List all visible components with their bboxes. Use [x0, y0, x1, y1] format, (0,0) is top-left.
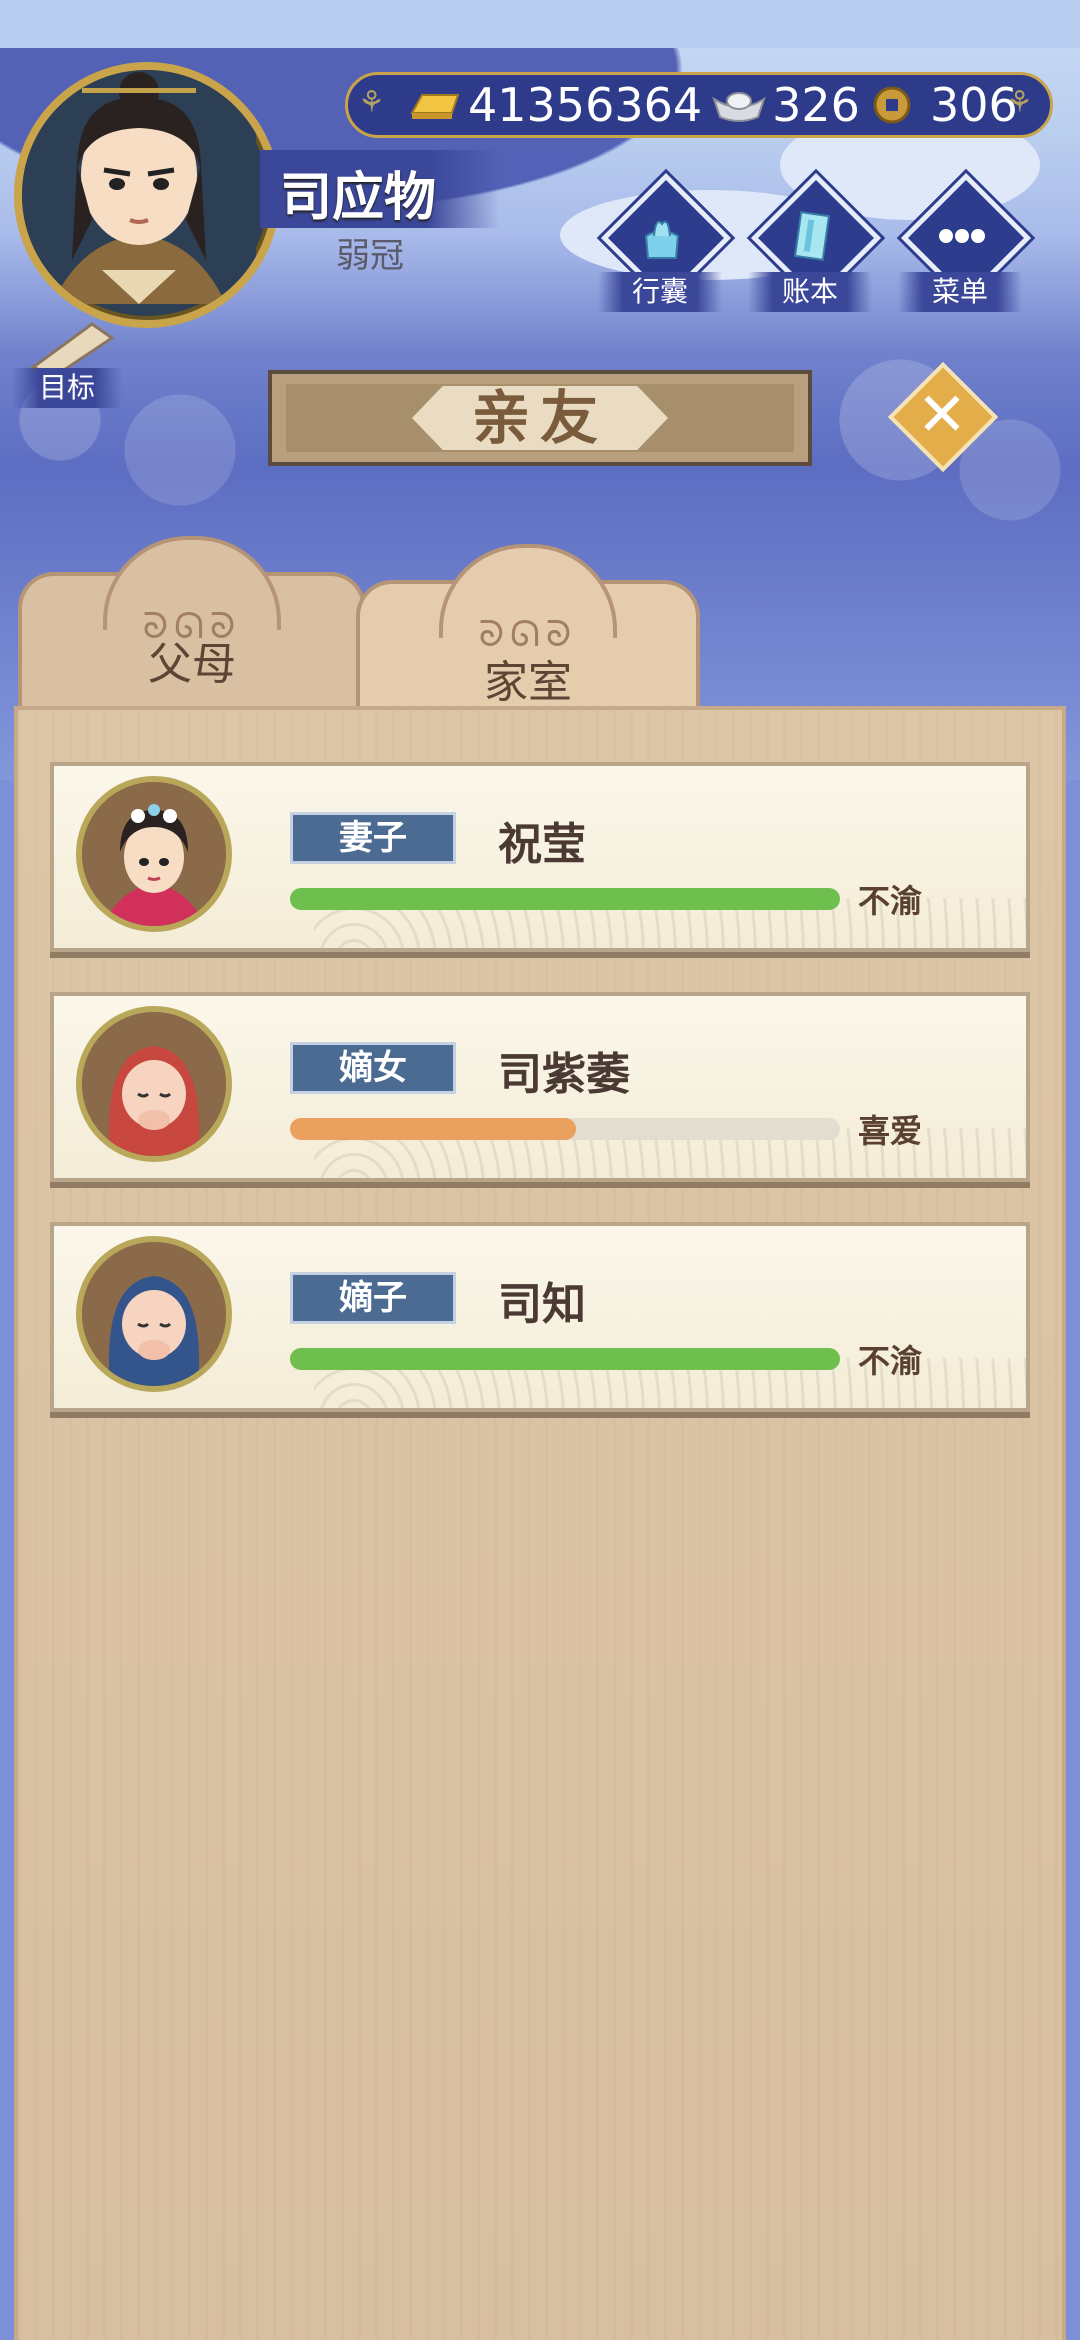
favor-bar — [290, 888, 840, 910]
relative-card-wife[interactable]: 妻子 祝莹 不渝 — [50, 762, 1030, 952]
avatar — [76, 776, 232, 932]
player-portrait — [22, 70, 256, 304]
tab-parents-label: 父母 — [148, 639, 236, 690]
title-banner: 亲友 — [268, 370, 812, 466]
attitude-label: 不渝 — [858, 1342, 923, 1380]
son-portrait — [82, 1242, 226, 1386]
relative-name: 祝莹 — [498, 819, 586, 870]
silver-amount: 326 — [772, 78, 860, 132]
bundle-icon — [644, 220, 680, 259]
wife-portrait — [82, 782, 226, 926]
relation-badge: 嫡子 — [290, 1272, 456, 1324]
more-menu-button[interactable]: 菜单 — [898, 172, 1032, 312]
ledger-label: 账本 — [748, 272, 872, 312]
currency-bar: ⚘ 41356364 326 306 ⚘ — [345, 72, 1053, 138]
more-icon — [939, 229, 985, 243]
attitude-label: 不渝 — [858, 882, 923, 920]
player-avatar[interactable] — [14, 62, 280, 328]
copper-coin-icon — [873, 86, 911, 124]
close-icon[interactable]: ✕ — [902, 380, 982, 450]
gold-ingot-icon — [410, 94, 460, 119]
ledger-button[interactable]: 账本 — [748, 172, 882, 312]
bamboo-icon: ⚘ — [1006, 85, 1033, 120]
tab-family-label: 家室 — [484, 657, 572, 708]
favor-bar — [290, 1348, 840, 1370]
ledger-icon — [793, 211, 831, 261]
page-title: 亲友 — [471, 384, 608, 452]
silver-ingot-icon — [712, 92, 766, 122]
player-age-title: 弱冠 — [336, 236, 404, 276]
attitude-label: 喜爱 — [858, 1112, 923, 1150]
player-name: 司应物 — [280, 168, 437, 228]
gold-amount: 41356364 — [468, 78, 703, 132]
favor-bar-fill — [290, 888, 840, 910]
bag-label: 行囊 — [598, 272, 722, 312]
more-menu-label: 菜单 — [898, 272, 1022, 312]
relation-badge: 嫡女 — [290, 1042, 456, 1094]
bag-button[interactable]: 行囊 — [598, 172, 732, 312]
gold-currency: 41356364 — [408, 78, 702, 132]
relative-card-daughter[interactable]: 嫡女 司紫萎 喜爱 — [50, 992, 1030, 1182]
status-bar — [0, 0, 1080, 48]
target-label: 目标 — [12, 368, 122, 408]
target-button[interactable]: 目标 — [12, 318, 122, 408]
silver-currency: 326 — [712, 78, 860, 132]
favor-bar — [290, 1118, 840, 1140]
relative-card-son[interactable]: 嫡子 司知 不渝 — [50, 1222, 1030, 1412]
coin-currency: 306 — [870, 78, 1018, 132]
avatar — [76, 1236, 232, 1392]
daughter-portrait — [82, 1012, 226, 1156]
avatar — [76, 1006, 232, 1162]
relative-name: 司知 — [498, 1279, 586, 1330]
bamboo-icon: ⚘ — [358, 85, 385, 120]
coin-amount: 306 — [929, 78, 1018, 132]
tab-family[interactable]: ᘐᘏᘐ 家室 — [356, 544, 700, 710]
relation-badge: 妻子 — [290, 812, 456, 864]
relative-name: 司紫萎 — [498, 1049, 630, 1100]
favor-bar-fill — [290, 1118, 576, 1140]
favor-bar-fill — [290, 1348, 840, 1370]
